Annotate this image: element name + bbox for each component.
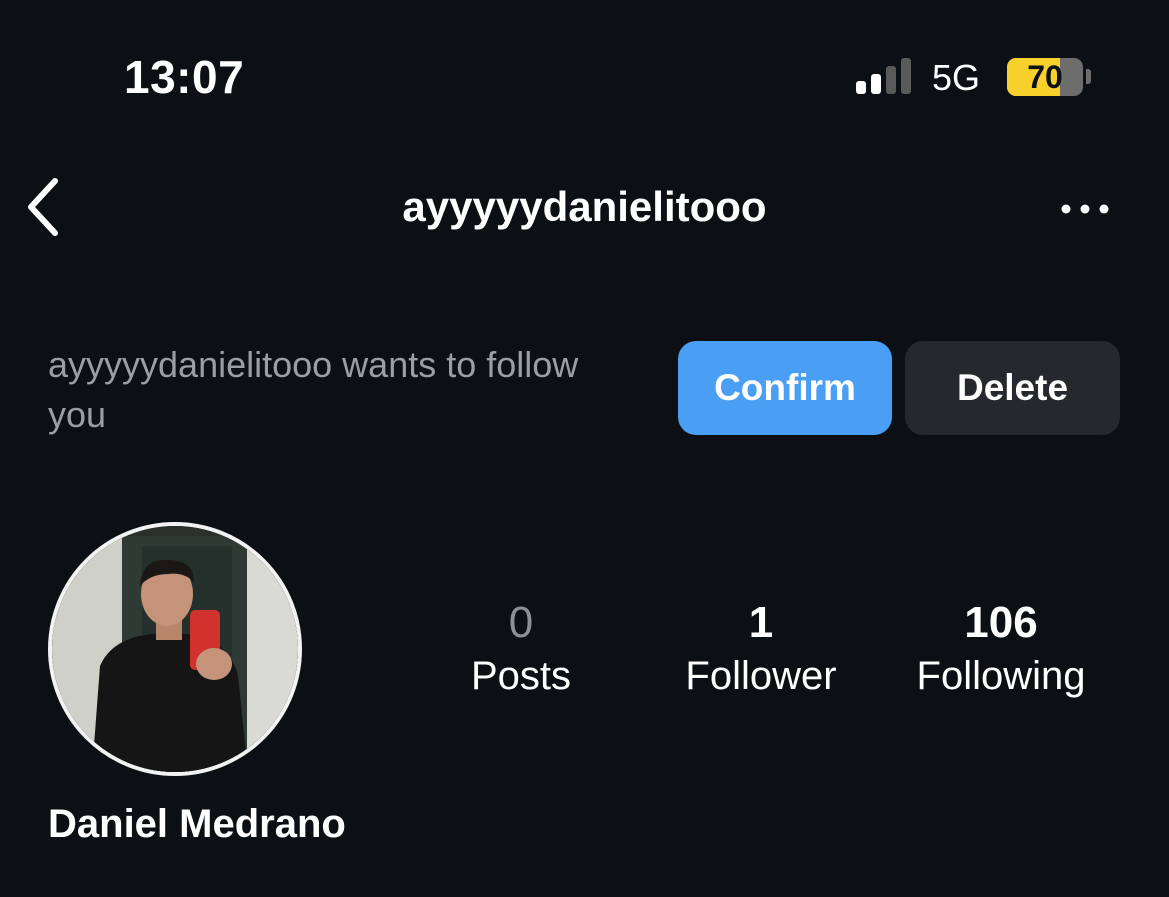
- battery-cap: [1086, 69, 1091, 84]
- confirm-button[interactable]: Confirm: [678, 341, 892, 435]
- posts-label: Posts: [470, 654, 572, 698]
- battery-icon: 70: [1007, 58, 1083, 96]
- signal-bar-4: [901, 58, 911, 94]
- following-label: Following: [916, 654, 1086, 698]
- network-type: 5G: [932, 57, 981, 98]
- signal-bar-2: [871, 74, 881, 94]
- profile-screen: 13:07 5G 70 ayyyyydanielitooo ayyyyydani…: [0, 0, 1169, 897]
- battery-level: 70: [1027, 59, 1063, 95]
- profile-photo: [52, 526, 298, 772]
- posts-stat[interactable]: 0 Posts: [440, 598, 602, 704]
- followers-stat[interactable]: 1 Follower: [670, 598, 852, 704]
- posts-count: 0: [508, 598, 534, 647]
- followers-count: 1: [748, 598, 774, 647]
- display-name: Daniel Medrano: [48, 802, 346, 846]
- more-options-button[interactable]: [1055, 195, 1115, 223]
- following-stat[interactable]: 106 Following: [900, 598, 1102, 704]
- page-title: ayyyyydanielitooo: [402, 183, 767, 230]
- more-horizontal-icon: [1061, 204, 1109, 214]
- status-time: 13:07: [124, 51, 245, 103]
- cellular-signal-icon: [856, 58, 911, 94]
- signal-bar-3: [886, 66, 896, 94]
- delete-button[interactable]: Delete: [905, 341, 1120, 435]
- following-count: 106: [964, 598, 1038, 647]
- avatar[interactable]: [48, 522, 302, 776]
- followers-label: Follower: [685, 654, 837, 698]
- signal-bar-1: [856, 81, 866, 94]
- follow-request-message: ayyyyydanielitooo wants to follow you: [48, 344, 579, 435]
